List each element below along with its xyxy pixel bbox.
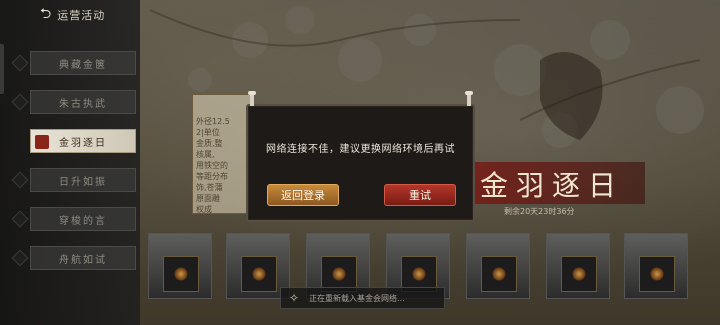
retry-button[interactable]: 重试	[384, 184, 456, 206]
loading-spinner-icon: ✧	[289, 291, 300, 305]
back-button[interactable]: ⮌ 运营活动	[40, 6, 105, 24]
sidebar-item-label: 舟航如试	[59, 254, 107, 266]
reward-item-icon	[163, 256, 199, 292]
sidebar-item-label: 朱古执武	[59, 98, 107, 110]
sidebar-item-label: 日升如振	[59, 176, 107, 188]
sidebar-item-label: 金羽逐日	[59, 137, 107, 149]
network-error-dialog: 网络连接不佳，建议更换网络环境后再试 返回登录 重试	[246, 91, 475, 222]
dialog-message: 网络连接不佳，建议更换网络环境后再试	[266, 144, 455, 155]
event-countdown: 剩余20天23时36分	[504, 207, 575, 216]
reward-card[interactable]	[148, 233, 212, 299]
nav-bullet-icon	[11, 210, 29, 228]
back-label: 运营活动	[57, 9, 106, 22]
sidebar-edge-tab[interactable]	[0, 44, 4, 94]
pin-icon	[248, 91, 256, 106]
gift-box-icon	[35, 135, 49, 149]
sidebar-item-2[interactable]: 朱古执武	[30, 90, 136, 114]
loading-toast: ✧ 正在重新载入基金会网络...	[280, 287, 445, 309]
back-arrow-icon: ⮌	[40, 6, 53, 22]
sidebar-item-label: 典藏金箧	[59, 59, 107, 71]
nav-bullet-icon	[11, 93, 29, 111]
event-banner-title: 金羽逐日	[480, 169, 625, 202]
sidebar-item-6[interactable]: 舟航如试	[30, 246, 136, 270]
reward-item-icon	[241, 256, 277, 292]
retry-label: 重试	[409, 189, 431, 202]
reward-card[interactable]	[546, 233, 610, 299]
reward-card[interactable]	[624, 233, 688, 299]
reward-item-icon	[639, 256, 675, 292]
sidebar-item-4[interactable]: 日升如振	[30, 168, 136, 192]
nav-bullet-icon	[11, 171, 29, 189]
pin-icon	[465, 91, 473, 106]
sidebar: ⮌ 运营活动 典藏金箧 朱古执武 金羽逐日 日升如振 穿梭的言 舟航如试	[0, 0, 140, 325]
loading-text: 正在重新载入基金会网络...	[309, 293, 405, 303]
sidebar-item-5[interactable]: 穿梭的言	[30, 207, 136, 231]
reward-card[interactable]	[466, 233, 530, 299]
nav-bullet-icon	[11, 54, 29, 72]
reward-item-icon	[481, 256, 517, 292]
nav-bullet-icon	[11, 249, 29, 267]
sidebar-item-1[interactable]: 典藏金箧	[30, 51, 136, 75]
return-login-button[interactable]: 返回登录	[267, 184, 339, 206]
sidebar-item-label: 穿梭的言	[59, 215, 107, 227]
event-info-text: 外径12.5 2|单位 金质,整 核属, 用铁空的 等距分布 饰,苍蒲 原面雕 …	[196, 117, 230, 214]
sidebar-item-3[interactable]: 金羽逐日	[30, 129, 136, 153]
return-login-label: 返回登录	[281, 189, 325, 202]
reward-item-icon	[561, 256, 597, 292]
